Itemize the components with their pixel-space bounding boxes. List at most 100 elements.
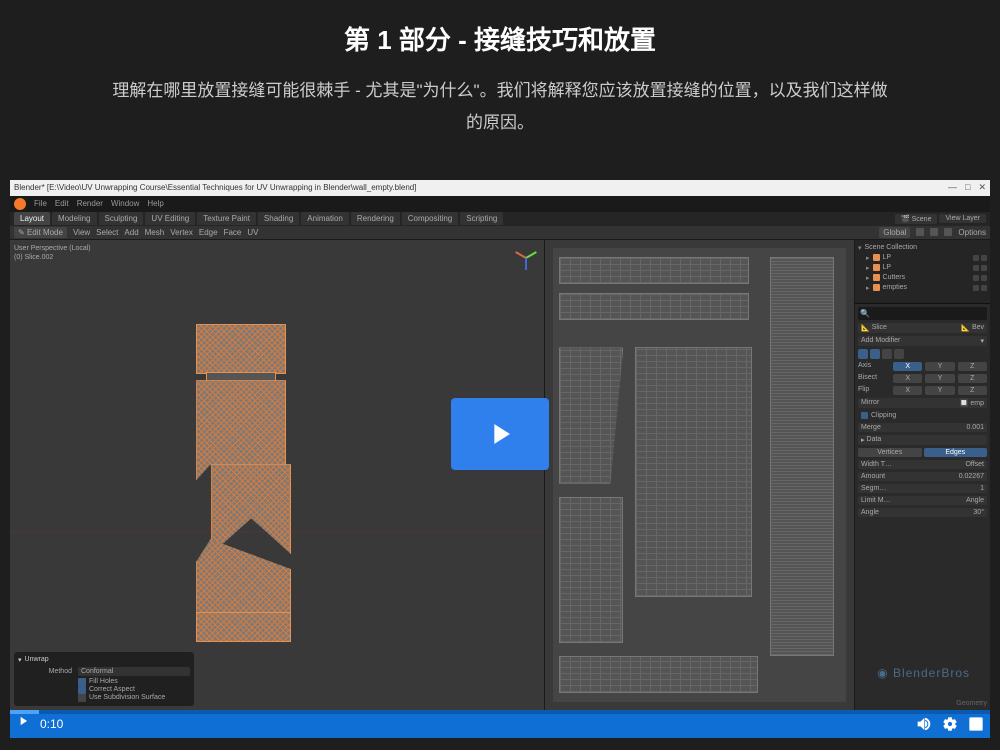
tab-uv-editing[interactable]: UV Editing	[145, 212, 195, 225]
visibility-toggle[interactable]	[973, 285, 979, 291]
toolbar-item[interactable]: Face	[224, 228, 242, 237]
toolbar-item[interactable]: Edge	[199, 228, 218, 237]
orientation-selector[interactable]: Global	[879, 227, 910, 238]
uv-island[interactable]	[559, 347, 623, 483]
toolbar-item[interactable]: Mesh	[145, 228, 165, 237]
tab-scripting[interactable]: Scripting	[460, 212, 503, 225]
fullscreen-button[interactable]	[968, 716, 984, 732]
operator-panel-unwrap[interactable]: ▾Unwrap MethodConformal Fill Holes Corre…	[14, 652, 194, 706]
flip-y-button[interactable]: Y	[925, 386, 954, 395]
clipping-checkbox[interactable]	[861, 412, 868, 419]
uv-island[interactable]	[635, 347, 752, 597]
data-section[interactable]: ▸Data	[858, 435, 987, 445]
display-toggle[interactable]	[870, 349, 880, 359]
settings-button[interactable]	[942, 716, 958, 732]
menu-item[interactable]: File	[34, 199, 47, 208]
tab-animation[interactable]: Animation	[301, 212, 349, 225]
toolbar-item[interactable]: Vertex	[170, 228, 193, 237]
bisect-y-button[interactable]: Y	[925, 374, 954, 383]
visibility-toggle[interactable]	[973, 255, 979, 261]
toolbar-item[interactable]: Add	[124, 228, 138, 237]
chevron-right-icon[interactable]: ▸	[866, 284, 870, 292]
display-toggle[interactable]	[894, 349, 904, 359]
mesh-object[interactable]	[186, 324, 296, 644]
toolbar-item[interactable]: Select	[96, 228, 118, 237]
tab-layout[interactable]: Layout	[14, 212, 50, 225]
toolbar-item[interactable]: View	[73, 228, 90, 237]
options-dropdown[interactable]: Options	[958, 228, 986, 237]
merge-value[interactable]: 0.001	[966, 424, 984, 431]
maximize-button[interactable]: □	[965, 182, 970, 193]
uv-editor[interactable]	[545, 240, 855, 710]
width-type-value[interactable]: Offset	[965, 461, 984, 468]
tool-icon[interactable]	[930, 228, 938, 236]
modifier-header[interactable]: 📐Slice📐Bev	[858, 323, 987, 333]
render-toggle[interactable]	[981, 255, 987, 261]
chevron-right-icon[interactable]: ▸	[866, 254, 870, 262]
tab-compositing[interactable]: Compositing	[402, 212, 458, 225]
render-toggle[interactable]	[981, 265, 987, 271]
tab-texture-paint[interactable]: Texture Paint	[197, 212, 256, 225]
segments-value[interactable]: 1	[980, 485, 984, 492]
chevron-right-icon[interactable]: ▸	[866, 264, 870, 272]
bisect-x-button[interactable]: X	[893, 374, 922, 383]
scene-selector[interactable]: 🎬 Scene	[895, 214, 938, 224]
amount-value[interactable]: 0.02267	[959, 473, 984, 480]
outliner-item[interactable]: LP	[883, 264, 892, 271]
outliner-item[interactable]: LP	[883, 254, 892, 261]
fill-holes-checkbox[interactable]	[78, 678, 86, 686]
axis-x-button[interactable]: X	[893, 362, 922, 371]
axis-z-button[interactable]: Z	[958, 362, 987, 371]
method-dropdown[interactable]: Conformal	[78, 667, 190, 676]
flip-x-button[interactable]: X	[893, 386, 922, 395]
bisect-z-button[interactable]: Z	[958, 374, 987, 383]
tool-icon[interactable]	[916, 228, 924, 236]
uv-island[interactable]	[559, 497, 623, 642]
close-button[interactable]: ✕	[978, 182, 986, 193]
axis-y-button[interactable]: Y	[925, 362, 954, 371]
uv-island[interactable]	[559, 257, 749, 284]
outliner-item[interactable]: empties	[883, 284, 908, 291]
outliner-item[interactable]: Cutters	[883, 274, 906, 281]
tool-icon[interactable]	[944, 228, 952, 236]
menu-item[interactable]: Edit	[55, 199, 69, 208]
add-modifier-button[interactable]: Add Modifier▾	[858, 336, 987, 346]
chevron-right-icon[interactable]: ▸	[866, 274, 870, 282]
outliner[interactable]: ▾Scene Collection ▸LP ▸LP ▸Cutters ▸empt…	[855, 240, 990, 304]
mirror-object-field[interactable]: 🔲 emp	[960, 399, 984, 407]
angle-value[interactable]: 30°	[973, 509, 984, 516]
display-toggle[interactable]	[882, 349, 892, 359]
volume-button[interactable]	[916, 716, 932, 732]
uv-island[interactable]	[770, 257, 834, 657]
limit-value[interactable]: Angle	[966, 497, 984, 504]
mode-selector[interactable]: ✎ Edit Mode	[14, 227, 67, 238]
tab-rendering[interactable]: Rendering	[351, 212, 400, 225]
property-search[interactable]: 🔍	[858, 307, 987, 320]
viewport-3d[interactable]: User Perspective (Local) (0) Slice.002	[10, 240, 545, 710]
vertices-tab[interactable]: Vertices	[858, 448, 922, 457]
navigation-gizmo[interactable]	[514, 246, 538, 270]
uv-island[interactable]	[559, 656, 758, 692]
tab-shading[interactable]: Shading	[258, 212, 299, 225]
viewlayer-selector[interactable]: View Layer	[939, 214, 986, 223]
menu-item[interactable]: Window	[111, 199, 139, 208]
use-subdiv-checkbox[interactable]	[78, 694, 86, 702]
display-toggle[interactable]	[858, 349, 868, 359]
tab-sculpting[interactable]: Sculpting	[99, 212, 144, 225]
play-button[interactable]	[16, 714, 30, 733]
render-toggle[interactable]	[981, 275, 987, 281]
uv-island[interactable]	[559, 293, 749, 320]
minimize-button[interactable]: —	[948, 182, 957, 193]
visibility-toggle[interactable]	[973, 275, 979, 281]
edges-tab[interactable]: Edges	[924, 448, 988, 457]
flip-z-button[interactable]: Z	[958, 386, 987, 395]
render-toggle[interactable]	[981, 285, 987, 291]
menu-item[interactable]: Help	[147, 199, 163, 208]
tab-modeling[interactable]: Modeling	[52, 212, 96, 225]
play-button-overlay[interactable]	[451, 398, 549, 470]
menu-item[interactable]: Render	[77, 199, 103, 208]
toolbar-item[interactable]: UV	[247, 228, 258, 237]
visibility-toggle[interactable]	[973, 265, 979, 271]
chevron-down-icon[interactable]: ▾	[858, 244, 862, 252]
progress-track[interactable]	[10, 710, 990, 714]
